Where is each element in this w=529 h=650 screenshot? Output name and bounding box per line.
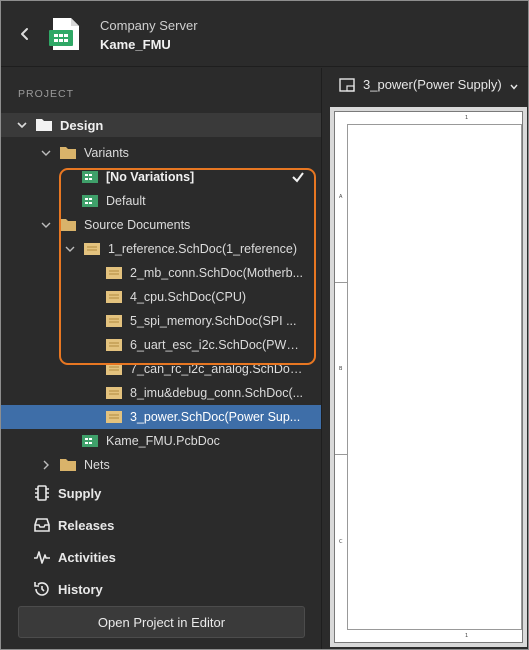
folder-icon	[60, 458, 76, 472]
tree-item-schematic[interactable]: 8_imu&debug_conn.SchDoc(...	[1, 381, 321, 405]
tree-label: Design	[60, 117, 104, 133]
tree-item-schematic[interactable]: 7_can_rc_i2c_analog.SchDoc...	[1, 357, 321, 381]
project-icon	[49, 16, 83, 52]
tree-label: 8_imu&debug_conn.SchDoc(...	[130, 386, 304, 400]
nav-supply[interactable]: Supply	[33, 481, 101, 505]
pcb-icon	[82, 194, 98, 208]
selected-document-label: 3_power(Power Supply)	[363, 77, 502, 92]
folder-icon	[60, 146, 76, 160]
tree-label: 1_reference.SchDoc(1_reference)	[108, 242, 297, 256]
tree-label: 3_power.SchDoc(Power Sup...	[130, 410, 301, 424]
tree-item-nets[interactable]: Nets	[1, 453, 321, 477]
schematic-icon	[106, 362, 122, 376]
header: Company Server Kame_FMU	[1, 1, 528, 67]
tree-item-variants[interactable]: Variants	[1, 141, 321, 165]
nav-releases[interactable]: Releases	[33, 513, 114, 537]
tree-item-schematic[interactable]: 5_spi_memory.SchDoc(SPI ...	[1, 309, 321, 333]
tree-item-design[interactable]: Design	[1, 113, 321, 137]
zone-divider	[335, 282, 347, 283]
nav-label: Activities	[58, 549, 116, 565]
back-button[interactable]	[15, 23, 35, 45]
tree-label: Kame_FMU.PcbDoc	[106, 434, 220, 448]
app-window: Company Server Kame_FMU PROJECT Design V…	[0, 0, 529, 650]
chevron-down-icon[interactable]	[40, 147, 52, 159]
chevron-left-icon	[21, 28, 28, 40]
tree-item-source-documents[interactable]: Source Documents	[1, 213, 321, 237]
schematic-icon	[106, 410, 122, 424]
history-icon	[33, 580, 51, 598]
tree-label: 7_can_rc_i2c_analog.SchDoc...	[130, 362, 305, 376]
chevron-down-icon[interactable]	[16, 119, 28, 131]
chevron-down-icon[interactable]	[64, 243, 76, 255]
server-name: Company Server	[100, 18, 198, 33]
zone-label-top: 1	[465, 115, 469, 121]
zone-label-left: C	[339, 539, 343, 545]
tree-item-schematic[interactable]: 2_mb_conn.SchDoc(Motherb...	[1, 261, 321, 285]
tree-item-schematic[interactable]: 4_cpu.SchDoc(CPU)	[1, 285, 321, 309]
tree-label: 6_uart_esc_i2c.SchDoc(PWM...	[130, 338, 305, 352]
zone-label-bottom: 1	[465, 633, 469, 639]
chevron-down-icon	[509, 80, 519, 90]
project-sidebar: PROJECT Design Variants [No Variations] …	[1, 68, 321, 649]
schematic-icon	[106, 338, 122, 352]
folder-icon	[36, 118, 52, 132]
tree-item-root-schematic[interactable]: 1_reference.SchDoc(1_reference)	[1, 237, 321, 261]
sheet-border	[347, 124, 522, 630]
tree-label: 5_spi_memory.SchDoc(SPI ...	[130, 314, 297, 328]
pcb-icon	[82, 170, 98, 184]
schematic-icon	[106, 290, 122, 304]
zone-label-left: B	[339, 366, 343, 372]
nav-label: Supply	[58, 485, 102, 501]
tree-label: Nets	[84, 458, 110, 472]
nav-label: Releases	[58, 517, 115, 533]
tree-item-variant[interactable]: Default	[1, 189, 321, 213]
tree-label: [No Variations]	[106, 170, 195, 184]
document-selector[interactable]: 3_power(Power Supply)	[322, 68, 528, 101]
chevron-down-icon[interactable]	[40, 219, 52, 231]
nav-history[interactable]: History	[33, 577, 103, 601]
schematic-icon	[84, 242, 100, 256]
tree-label: 2_mb_conn.SchDoc(Motherb...	[130, 266, 304, 280]
chip-icon	[33, 484, 51, 502]
section-label: PROJECT	[18, 88, 75, 100]
tree-item-variant[interactable]: [No Variations]	[1, 165, 321, 189]
tree-item-schematic-selected[interactable]: 3_power.SchDoc(Power Sup...	[1, 405, 321, 429]
tree-item-pcb[interactable]: Kame_FMU.PcbDoc	[1, 429, 321, 453]
tree-label: 4_cpu.SchDoc(CPU)	[130, 290, 247, 304]
tree-label: Variants	[84, 146, 129, 160]
tree-item-schematic[interactable]: 6_uart_esc_i2c.SchDoc(PWM...	[1, 333, 321, 357]
sheet-icon	[339, 77, 355, 92]
schematic-icon	[106, 266, 122, 280]
schematic-icon	[106, 314, 122, 328]
nav-label: History	[58, 581, 103, 597]
chevron-right-icon[interactable]	[40, 459, 52, 471]
tree-label: Default	[106, 194, 146, 208]
schematic-sheet-preview[interactable]: 1 1 A B C	[334, 111, 523, 643]
pulse-icon	[33, 548, 51, 566]
zone-divider	[335, 454, 347, 455]
document-panel: 3_power(Power Supply) 1 1 A B C	[321, 68, 528, 649]
schematic-icon	[106, 386, 122, 400]
open-project-in-editor-button[interactable]: Open Project in Editor	[18, 606, 305, 638]
tree-label: Source Documents	[84, 218, 191, 232]
nav-activities[interactable]: Activities	[33, 545, 116, 569]
checkmark-icon	[291, 170, 305, 184]
inbox-icon	[33, 516, 51, 534]
project-name: Kame_FMU	[100, 37, 171, 52]
folder-icon	[60, 218, 76, 232]
zone-label-left: A	[339, 194, 343, 200]
pcb-icon	[82, 434, 98, 448]
